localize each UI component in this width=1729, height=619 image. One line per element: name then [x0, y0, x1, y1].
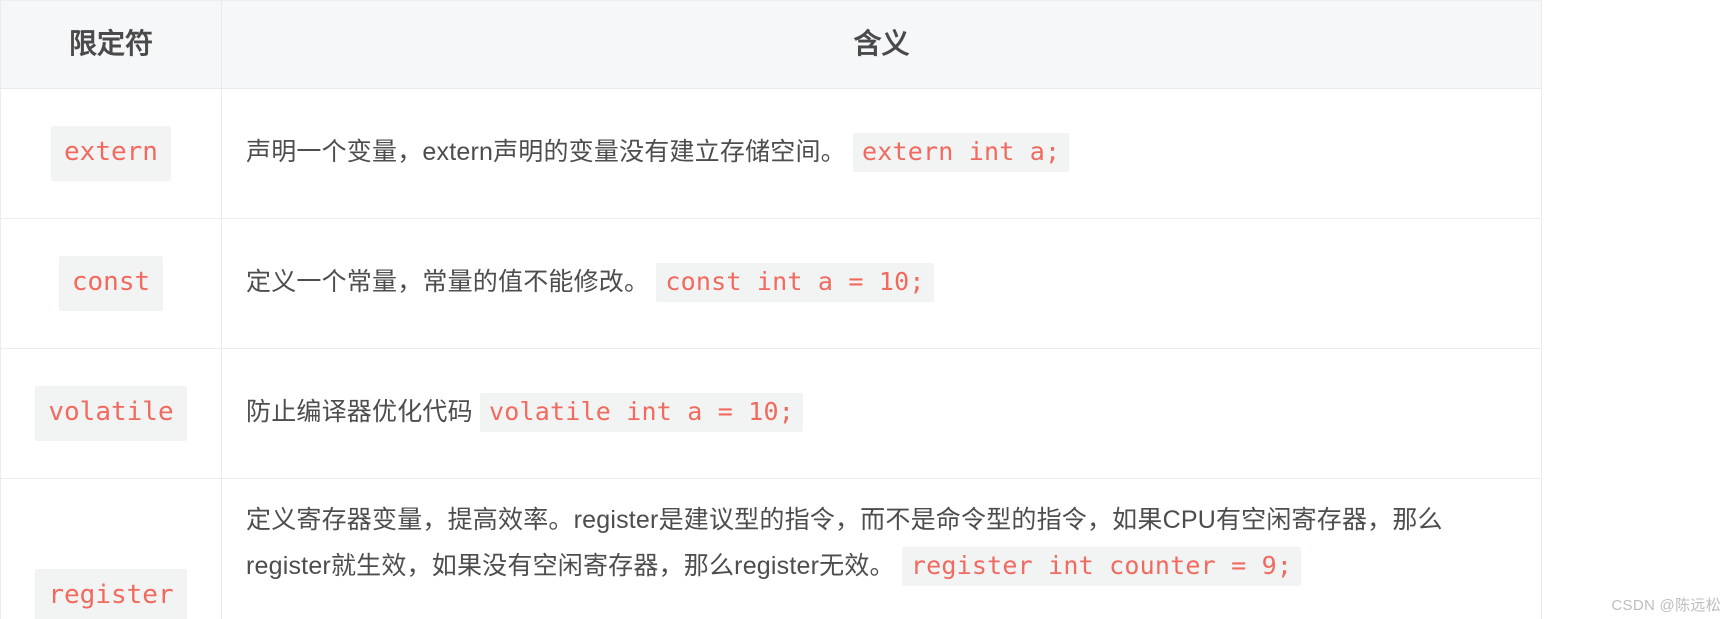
column-header-qualifier: 限定符 [0, 0, 222, 89]
table-row: const 定义一个常量，常量的值不能修改。 const int a = 10; [0, 218, 1542, 349]
example-code-extern: extern int a; [853, 133, 1070, 173]
qualifier-code-register: register [35, 568, 187, 619]
table-row: volatile 防止编译器优化代码 volatile int a = 10; [0, 348, 1542, 479]
meaning-text-extern: 声明一个变量，extern声明的变量没有建立存储空间。 [246, 138, 846, 167]
meaning-text-const: 定义一个常量，常量的值不能修改。 [246, 268, 650, 297]
meaning-cell-register: 定义寄存器变量，提高效率。register是建议型的指令，而不是命令型的指令，如… [221, 478, 1542, 619]
meaning-text-volatile: 防止编译器优化代码 [246, 398, 473, 427]
document-page: 限定符 含义 extern 声明一个变量，extern声明的变量没有建立存储空间… [0, 0, 1729, 619]
qualifier-code-const: const [58, 255, 164, 312]
meaning-cell-volatile: 防止编译器优化代码 volatile int a = 10; [221, 348, 1542, 479]
table-row: extern 声明一个变量，extern声明的变量没有建立存储空间。 exter… [0, 88, 1542, 219]
table-header: 限定符 含义 [0, 0, 1542, 89]
watermark: CSDN @陈远松 [1611, 597, 1721, 614]
example-code-register: register int counter = 9; [901, 547, 1302, 587]
example-code-volatile: volatile int a = 10; [479, 393, 803, 433]
qualifier-cell-volatile: volatile [0, 348, 222, 479]
qualifier-code-volatile: volatile [35, 385, 187, 442]
table-row: register 定义寄存器变量，提高效率。register是建议型的指令，而不… [0, 478, 1542, 619]
column-header-meaning: 含义 [221, 0, 1542, 89]
table-body: extern 声明一个变量，extern声明的变量没有建立存储空间。 exter… [0, 88, 1542, 619]
meaning-cell-extern: 声明一个变量，extern声明的变量没有建立存储空间。 extern int a… [221, 88, 1542, 219]
qualifier-table: 限定符 含义 extern 声明一个变量，extern声明的变量没有建立存储空间… [0, 0, 1542, 619]
meaning-cell-const: 定义一个常量，常量的值不能修改。 const int a = 10; [221, 218, 1542, 349]
qualifier-cell-extern: extern [0, 88, 222, 219]
example-code-const: const int a = 10; [656, 263, 934, 303]
qualifier-code-extern: extern [51, 125, 171, 182]
table-header-row: 限定符 含义 [0, 0, 1542, 89]
qualifier-cell-register: register [0, 478, 222, 619]
qualifier-cell-const: const [0, 218, 222, 349]
